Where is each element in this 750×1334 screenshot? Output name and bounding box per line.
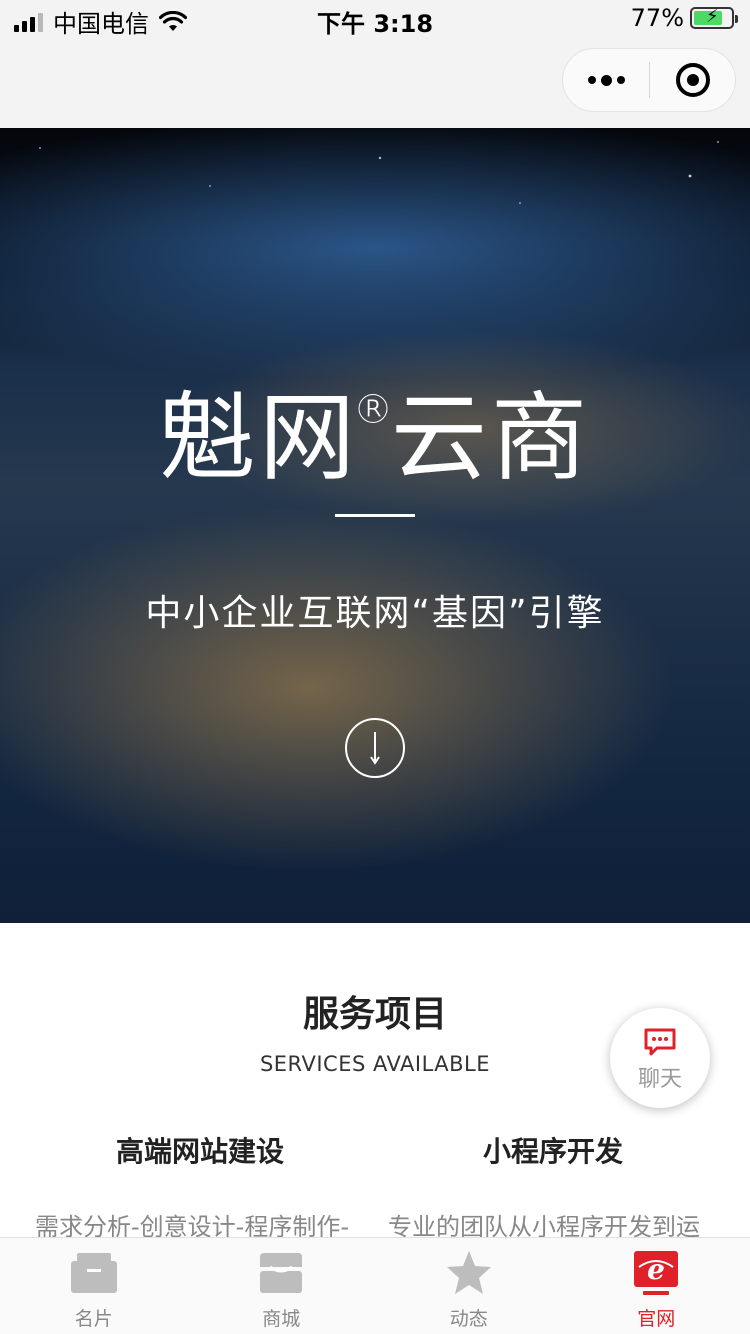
tab-card[interactable]: 名片 <box>0 1238 188 1334</box>
hero-title-part2: 云商 <box>391 382 591 494</box>
target-icon <box>675 63 710 97</box>
service-name: 小程序开发 <box>482 1135 623 1168</box>
hero-subtitle: 中小企业互联网“基因”引擎 <box>145 593 605 634</box>
status-right: 77% ⚡ <box>630 4 738 32</box>
nav-bar <box>0 40 750 128</box>
chat-label: 聊天 <box>637 1067 682 1092</box>
hero-title: 魁网®云商 <box>0 360 750 499</box>
shop-icon <box>256 1248 306 1298</box>
tab-website[interactable]: e 官网 <box>563 1238 750 1334</box>
tab-label: 商城 <box>262 1308 301 1330</box>
more-dots-icon[interactable] <box>563 49 649 111</box>
scroll-down-button[interactable] <box>345 718 405 778</box>
hero-banner: 魁网®云商 中小企业互联网“基因”引擎 <box>0 128 750 923</box>
chat-bubble-icon <box>644 1028 676 1056</box>
tab-label: 名片 <box>74 1308 113 1330</box>
hero-title-part1: 魁网 <box>159 382 359 494</box>
stars-decoration <box>39 141 719 204</box>
tab-label: 官网 <box>637 1308 676 1330</box>
battery-percent: 77% <box>630 4 684 32</box>
arrow-down-icon <box>370 732 380 765</box>
card-icon <box>69 1248 119 1298</box>
star-icon <box>444 1248 494 1298</box>
tab-news[interactable]: 动态 <box>375 1238 563 1334</box>
tab-bar: 名片 商城 动态 e 官网 <box>0 1237 750 1334</box>
service-name: 高端网站建设 <box>115 1135 284 1168</box>
hero-divider <box>335 514 415 517</box>
svg-text:e: e <box>647 1253 665 1286</box>
tab-shop[interactable]: 商城 <box>188 1238 376 1334</box>
service-card[interactable]: 小程序开发 专业的团队从小程序开发到运 <box>388 1130 718 1246</box>
close-miniprogram-button[interactable] <box>650 63 735 97</box>
battery-icon: ⚡ <box>690 6 738 29</box>
service-card[interactable]: 高端网站建设 需求分析-创意设计-程序制作- <box>35 1130 365 1246</box>
status-bar: 中国电信 下午 3:18 77% ⚡ <box>0 0 750 40</box>
ie-icon: e <box>631 1248 681 1298</box>
capsule-menu <box>562 48 736 112</box>
charging-bolt-icon: ⚡ <box>706 6 719 27</box>
chat-button[interactable]: 聊天 <box>610 1008 710 1108</box>
tab-label: 动态 <box>449 1308 488 1330</box>
